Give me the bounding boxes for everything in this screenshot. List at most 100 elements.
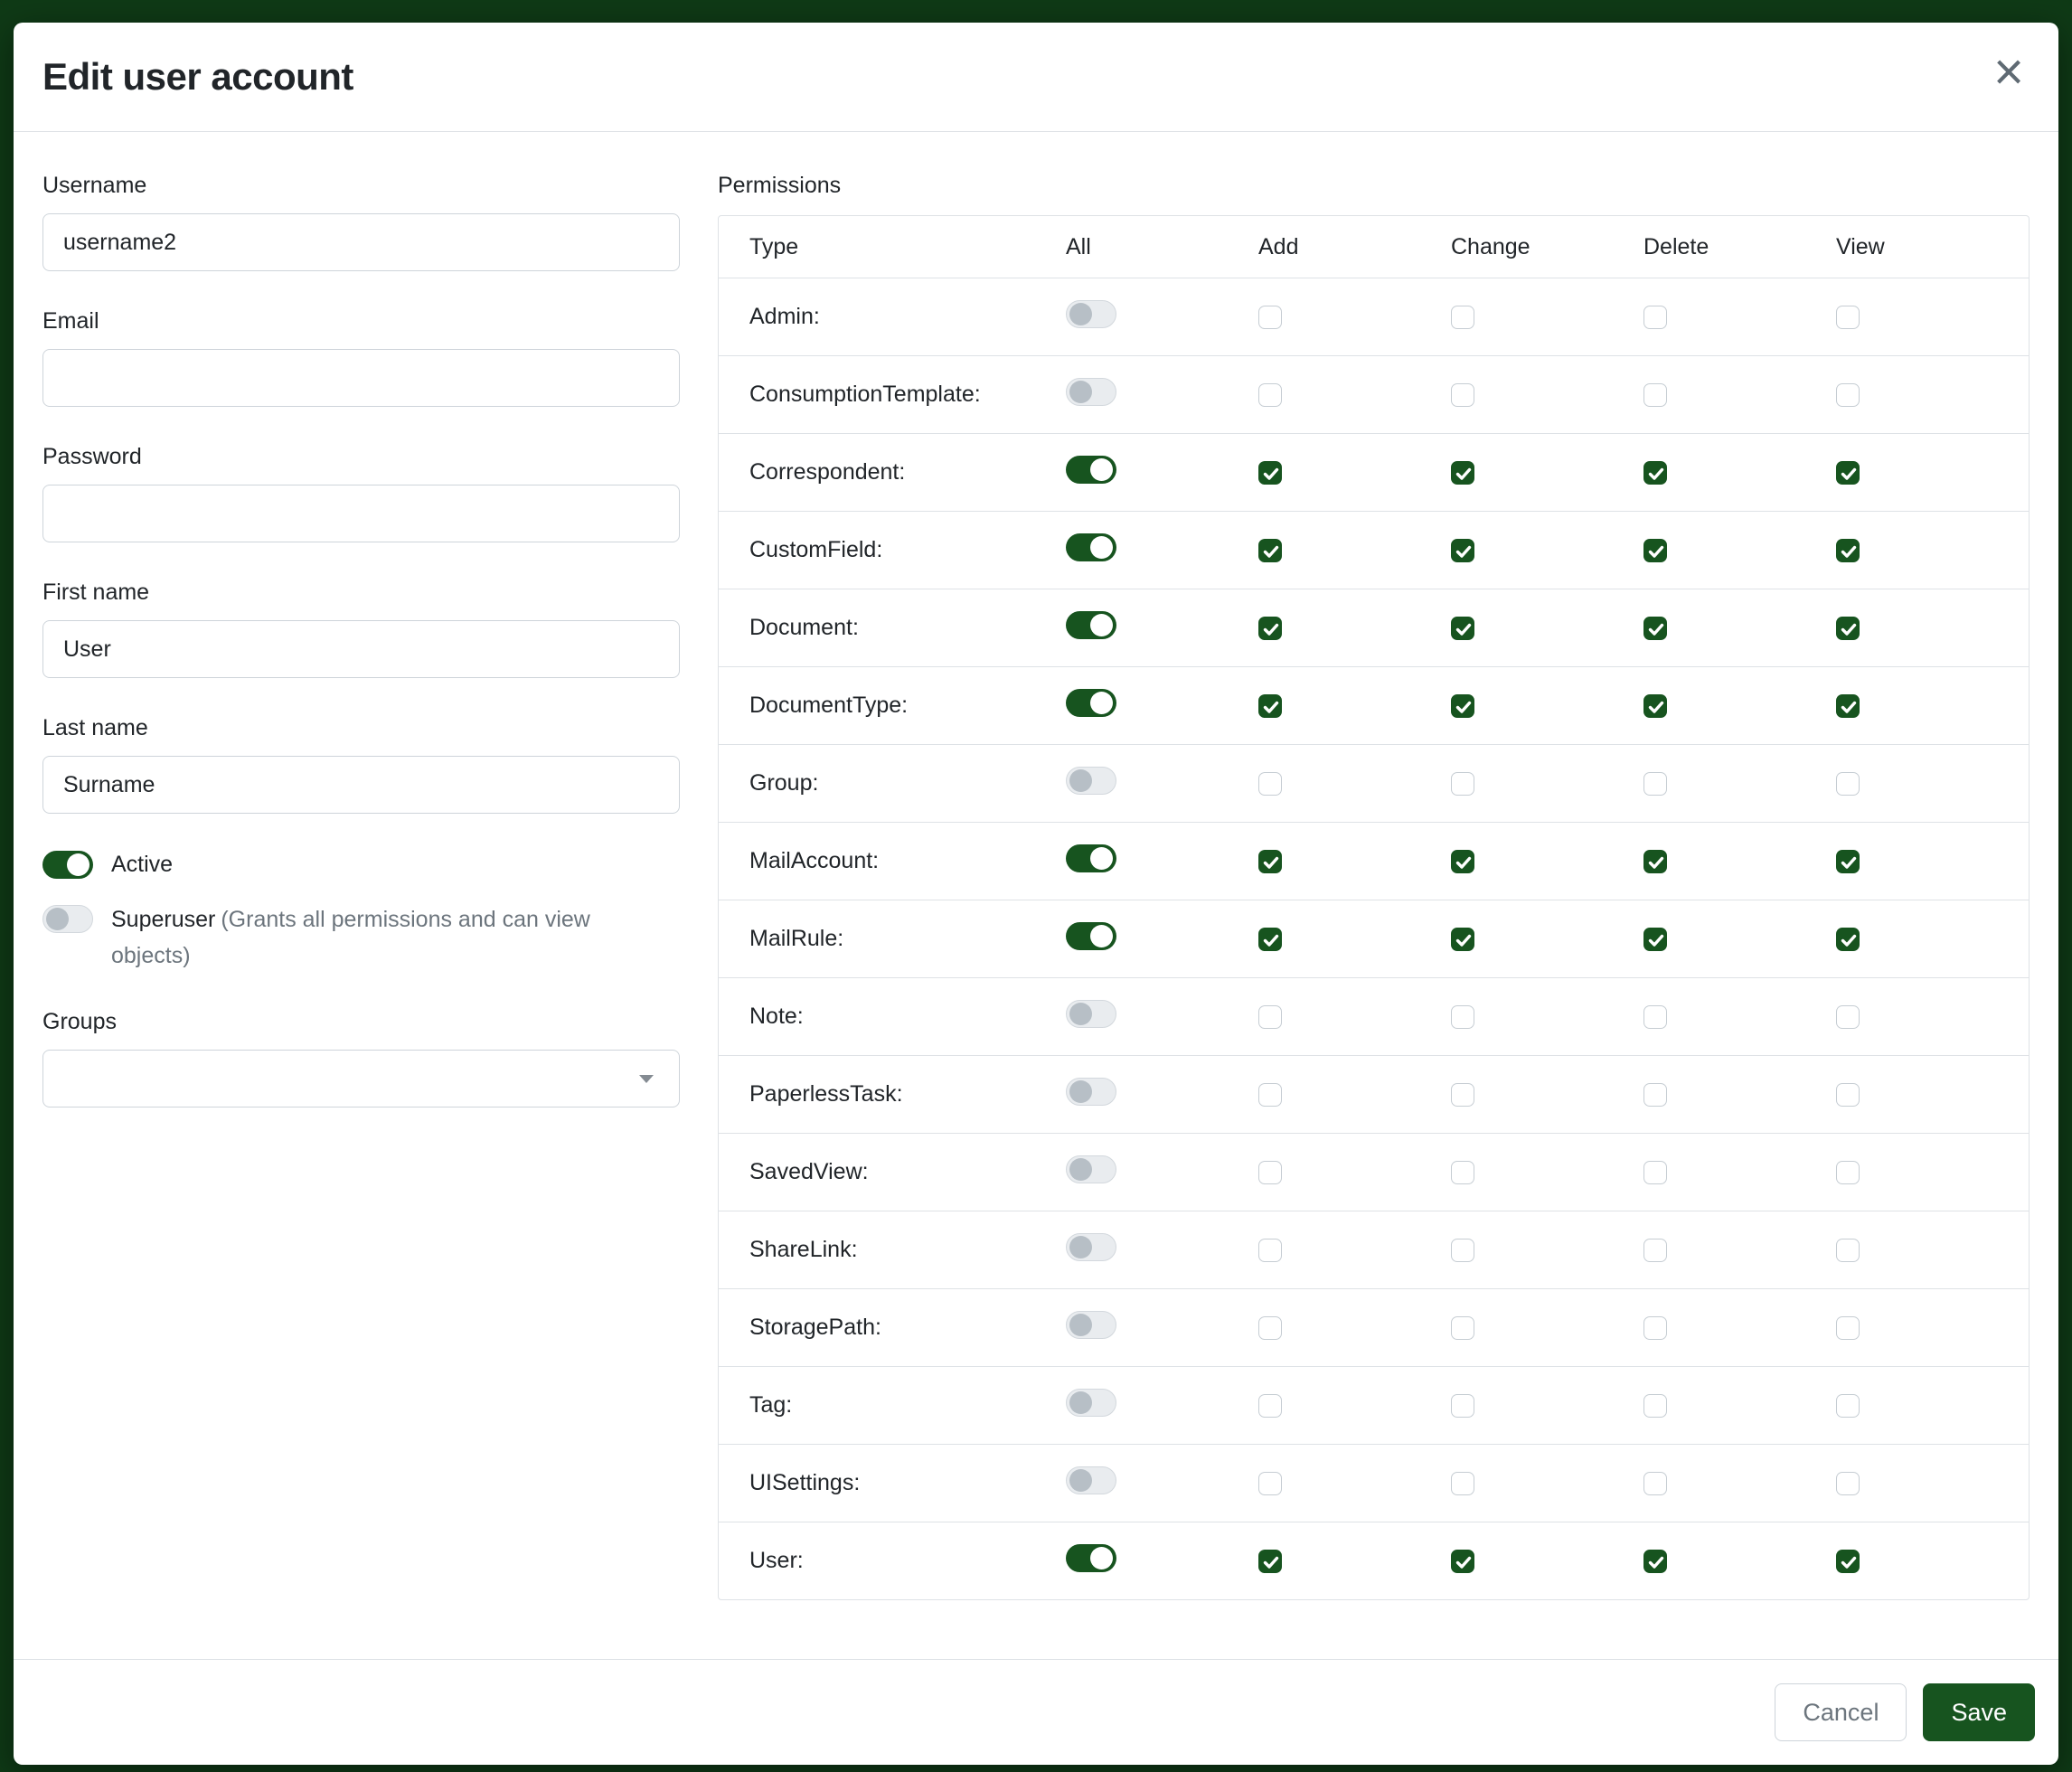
permission-view-checkbox[interactable]	[1836, 1394, 1860, 1418]
permission-delete-checkbox[interactable]	[1643, 1005, 1667, 1029]
permission-view-checkbox[interactable]	[1836, 617, 1860, 640]
permission-change-checkbox[interactable]	[1451, 1005, 1474, 1029]
permission-all-toggle[interactable]	[1066, 1000, 1116, 1028]
permission-all-toggle[interactable]	[1066, 689, 1116, 717]
permission-all-toggle[interactable]	[1066, 378, 1116, 406]
permission-add-checkbox[interactable]	[1258, 1005, 1282, 1029]
permission-view-checkbox[interactable]	[1836, 1316, 1860, 1340]
permission-change-checkbox[interactable]	[1451, 461, 1474, 485]
permission-delete-checkbox[interactable]	[1643, 772, 1667, 796]
permission-view-checkbox[interactable]	[1836, 928, 1860, 951]
permission-delete-checkbox[interactable]	[1643, 1239, 1667, 1262]
permission-view-checkbox[interactable]	[1836, 1239, 1860, 1262]
permission-delete-checkbox[interactable]	[1643, 1472, 1667, 1495]
email-field-group: Email	[42, 304, 680, 407]
first-name-input[interactable]	[42, 620, 680, 678]
permission-change-checkbox[interactable]	[1451, 1316, 1474, 1340]
permission-add-checkbox[interactable]	[1258, 1394, 1282, 1418]
permission-delete-checkbox[interactable]	[1643, 1394, 1667, 1418]
permission-view-checkbox[interactable]	[1836, 1550, 1860, 1573]
groups-select[interactable]	[42, 1050, 680, 1108]
permission-all-toggle[interactable]	[1066, 844, 1116, 872]
permission-change-checkbox[interactable]	[1451, 1161, 1474, 1184]
permission-view-checkbox[interactable]	[1836, 383, 1860, 407]
permission-view-checkbox[interactable]	[1836, 1161, 1860, 1184]
permission-view-checkbox[interactable]	[1836, 1083, 1860, 1107]
permission-change-checkbox[interactable]	[1451, 1472, 1474, 1495]
permission-all-toggle[interactable]	[1066, 300, 1116, 328]
permission-add-checkbox[interactable]	[1258, 306, 1282, 329]
permission-change-checkbox[interactable]	[1451, 306, 1474, 329]
permission-delete-checkbox[interactable]	[1643, 928, 1667, 951]
permission-delete-checkbox[interactable]	[1643, 1161, 1667, 1184]
permission-change-checkbox[interactable]	[1451, 1394, 1474, 1418]
permission-add-checkbox[interactable]	[1258, 1083, 1282, 1107]
permission-add-checkbox[interactable]	[1258, 928, 1282, 951]
permission-add-checkbox[interactable]	[1258, 850, 1282, 873]
permission-change-checkbox[interactable]	[1451, 383, 1474, 407]
permission-delete-checkbox[interactable]	[1643, 1550, 1667, 1573]
permission-delete-checkbox[interactable]	[1643, 306, 1667, 329]
password-input[interactable]	[42, 485, 680, 542]
permission-view-checkbox[interactable]	[1836, 539, 1860, 562]
permission-all-toggle[interactable]	[1066, 767, 1116, 795]
permission-delete-checkbox[interactable]	[1643, 461, 1667, 485]
permission-delete-checkbox[interactable]	[1643, 617, 1667, 640]
permission-add-checkbox[interactable]	[1258, 694, 1282, 718]
permission-change-checkbox[interactable]	[1451, 1550, 1474, 1573]
save-button[interactable]: Save	[1923, 1683, 2035, 1741]
close-icon[interactable]: ×	[1993, 46, 2024, 99]
permission-all-toggle[interactable]	[1066, 922, 1116, 950]
permission-delete-checkbox[interactable]	[1643, 539, 1667, 562]
permission-change-checkbox[interactable]	[1451, 617, 1474, 640]
permission-all-toggle[interactable]	[1066, 533, 1116, 561]
permission-delete-checkbox[interactable]	[1643, 694, 1667, 718]
email-input[interactable]	[42, 349, 680, 407]
permission-view-checkbox[interactable]	[1836, 850, 1860, 873]
permission-add-checkbox[interactable]	[1258, 1550, 1282, 1573]
permission-add-checkbox[interactable]	[1258, 1316, 1282, 1340]
permission-view-checkbox[interactable]	[1836, 1472, 1860, 1495]
permission-add-checkbox[interactable]	[1258, 617, 1282, 640]
active-toggle[interactable]	[42, 851, 93, 879]
permission-all-toggle[interactable]	[1066, 456, 1116, 484]
permission-view-checkbox[interactable]	[1836, 694, 1860, 718]
permission-all-toggle[interactable]	[1066, 1233, 1116, 1261]
permission-view-checkbox[interactable]	[1836, 772, 1860, 796]
permission-view-checkbox[interactable]	[1836, 1005, 1860, 1029]
permission-type-label: MailAccount:	[719, 848, 1066, 874]
permission-all-toggle[interactable]	[1066, 611, 1116, 639]
permission-change-checkbox[interactable]	[1451, 694, 1474, 718]
permission-delete-checkbox[interactable]	[1643, 850, 1667, 873]
permission-delete-checkbox[interactable]	[1643, 1083, 1667, 1107]
permissions-section: Permissions TypeAllAddChangeDeleteView A…	[718, 168, 2030, 1659]
permission-all-toggle[interactable]	[1066, 1466, 1116, 1494]
permission-delete-checkbox[interactable]	[1643, 1316, 1667, 1340]
permission-view-checkbox[interactable]	[1836, 306, 1860, 329]
groups-field-group: Groups	[42, 1004, 680, 1108]
permission-add-checkbox[interactable]	[1258, 383, 1282, 407]
last-name-input[interactable]	[42, 756, 680, 814]
permission-change-checkbox[interactable]	[1451, 1239, 1474, 1262]
permission-change-checkbox[interactable]	[1451, 539, 1474, 562]
permission-all-toggle[interactable]	[1066, 1155, 1116, 1183]
permission-add-checkbox[interactable]	[1258, 1472, 1282, 1495]
permission-all-toggle[interactable]	[1066, 1078, 1116, 1106]
permission-all-toggle[interactable]	[1066, 1311, 1116, 1339]
permission-change-checkbox[interactable]	[1451, 928, 1474, 951]
permission-add-checkbox[interactable]	[1258, 461, 1282, 485]
permission-view-checkbox[interactable]	[1836, 461, 1860, 485]
permission-all-toggle[interactable]	[1066, 1544, 1116, 1572]
permission-all-toggle[interactable]	[1066, 1389, 1116, 1417]
permission-add-checkbox[interactable]	[1258, 1239, 1282, 1262]
cancel-button[interactable]: Cancel	[1775, 1683, 1907, 1741]
permission-add-checkbox[interactable]	[1258, 1161, 1282, 1184]
superuser-toggle[interactable]	[42, 905, 93, 933]
permission-change-checkbox[interactable]	[1451, 1083, 1474, 1107]
permission-change-checkbox[interactable]	[1451, 850, 1474, 873]
permission-add-checkbox[interactable]	[1258, 539, 1282, 562]
permission-delete-checkbox[interactable]	[1643, 383, 1667, 407]
permission-add-checkbox[interactable]	[1258, 772, 1282, 796]
username-input[interactable]	[42, 213, 680, 271]
permission-change-checkbox[interactable]	[1451, 772, 1474, 796]
